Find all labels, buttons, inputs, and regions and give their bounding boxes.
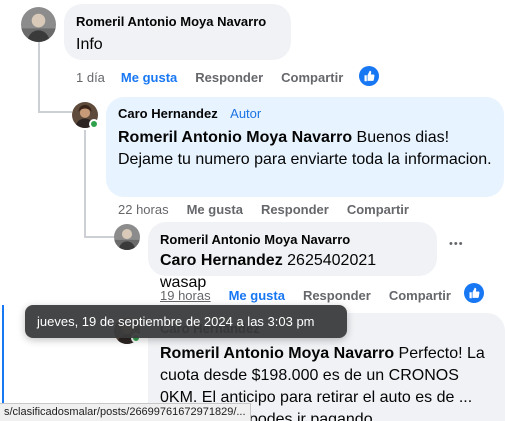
- comment-bubble: Caro Hernandez Autor Romeril Antonio Moy…: [106, 97, 504, 197]
- comment-author[interactable]: Romeril Antonio Moya Navarro: [76, 14, 279, 30]
- mention-link[interactable]: Caro Hernandez: [160, 252, 283, 269]
- comment-time[interactable]: 1 día: [76, 70, 105, 85]
- comment-time[interactable]: 22 horas: [118, 202, 169, 217]
- thread-line: [84, 236, 114, 238]
- comment-bubble: Romeril Antonio Moya Navarro Caro Hernan…: [148, 222, 437, 291]
- reaction-badge[interactable]: [359, 66, 379, 86]
- status-bar-url: s/clasificadosmalar/posts/26699761672971…: [0, 403, 251, 421]
- share-button[interactable]: Compartir: [389, 288, 451, 303]
- comment-author[interactable]: Caro Hernandez: [118, 106, 218, 121]
- comment-author[interactable]: Romeril Antonio Moya Navarro: [160, 232, 425, 248]
- reaction-badge[interactable]: [464, 283, 484, 303]
- share-button[interactable]: Compartir: [281, 70, 343, 85]
- user-photo-icon: [114, 224, 140, 250]
- thread-line: [38, 111, 72, 113]
- like-button[interactable]: Me gusta: [229, 288, 285, 303]
- comment-text: Romeril Antonio Moya Navarro Buenos dias…: [118, 127, 492, 171]
- mention-link[interactable]: Romeril Antonio Moya Navarro: [118, 129, 352, 146]
- thread-line: [38, 42, 40, 112]
- comment-thread: Romeril Antonio Moya Navarro Info 1 día …: [0, 0, 505, 421]
- mention-link[interactable]: Romeril Antonio Moya Navarro: [160, 345, 394, 362]
- reply-button[interactable]: Responder: [261, 202, 329, 217]
- comment-actions: 1 día Me gusta Responder Compartir: [76, 70, 343, 85]
- comment-time[interactable]: 19 horas: [160, 288, 211, 303]
- avatar[interactable]: [114, 224, 140, 250]
- like-button[interactable]: Me gusta: [121, 70, 177, 85]
- comment-actions: 22 horas Me gusta Responder Compartir: [118, 202, 409, 217]
- comment-bubble: Romeril Antonio Moya Navarro Info: [64, 4, 291, 60]
- comment-actions: 19 horas Me gusta Responder Compartir: [160, 288, 451, 303]
- avatar[interactable]: [21, 7, 56, 42]
- comment-header: Caro Hernandez Autor: [118, 106, 492, 122]
- timestamp-tooltip: jueves, 19 de septiembre de 2024 a las 3…: [25, 305, 347, 338]
- share-button[interactable]: Compartir: [347, 202, 409, 217]
- like-button[interactable]: Me gusta: [187, 202, 243, 217]
- reply-button[interactable]: Responder: [303, 288, 371, 303]
- author-badge: Autor: [230, 106, 262, 121]
- online-status-icon: [89, 119, 99, 129]
- user-photo-icon: [21, 7, 56, 42]
- thumbs-up-icon: [364, 70, 375, 82]
- thumbs-up-icon: [469, 287, 480, 299]
- comment-text: Info: [76, 36, 103, 53]
- more-options-button[interactable]: •••: [449, 238, 464, 250]
- reply-button[interactable]: Responder: [195, 70, 263, 85]
- focus-indicator: [2, 305, 4, 405]
- thread-line: [84, 130, 86, 236]
